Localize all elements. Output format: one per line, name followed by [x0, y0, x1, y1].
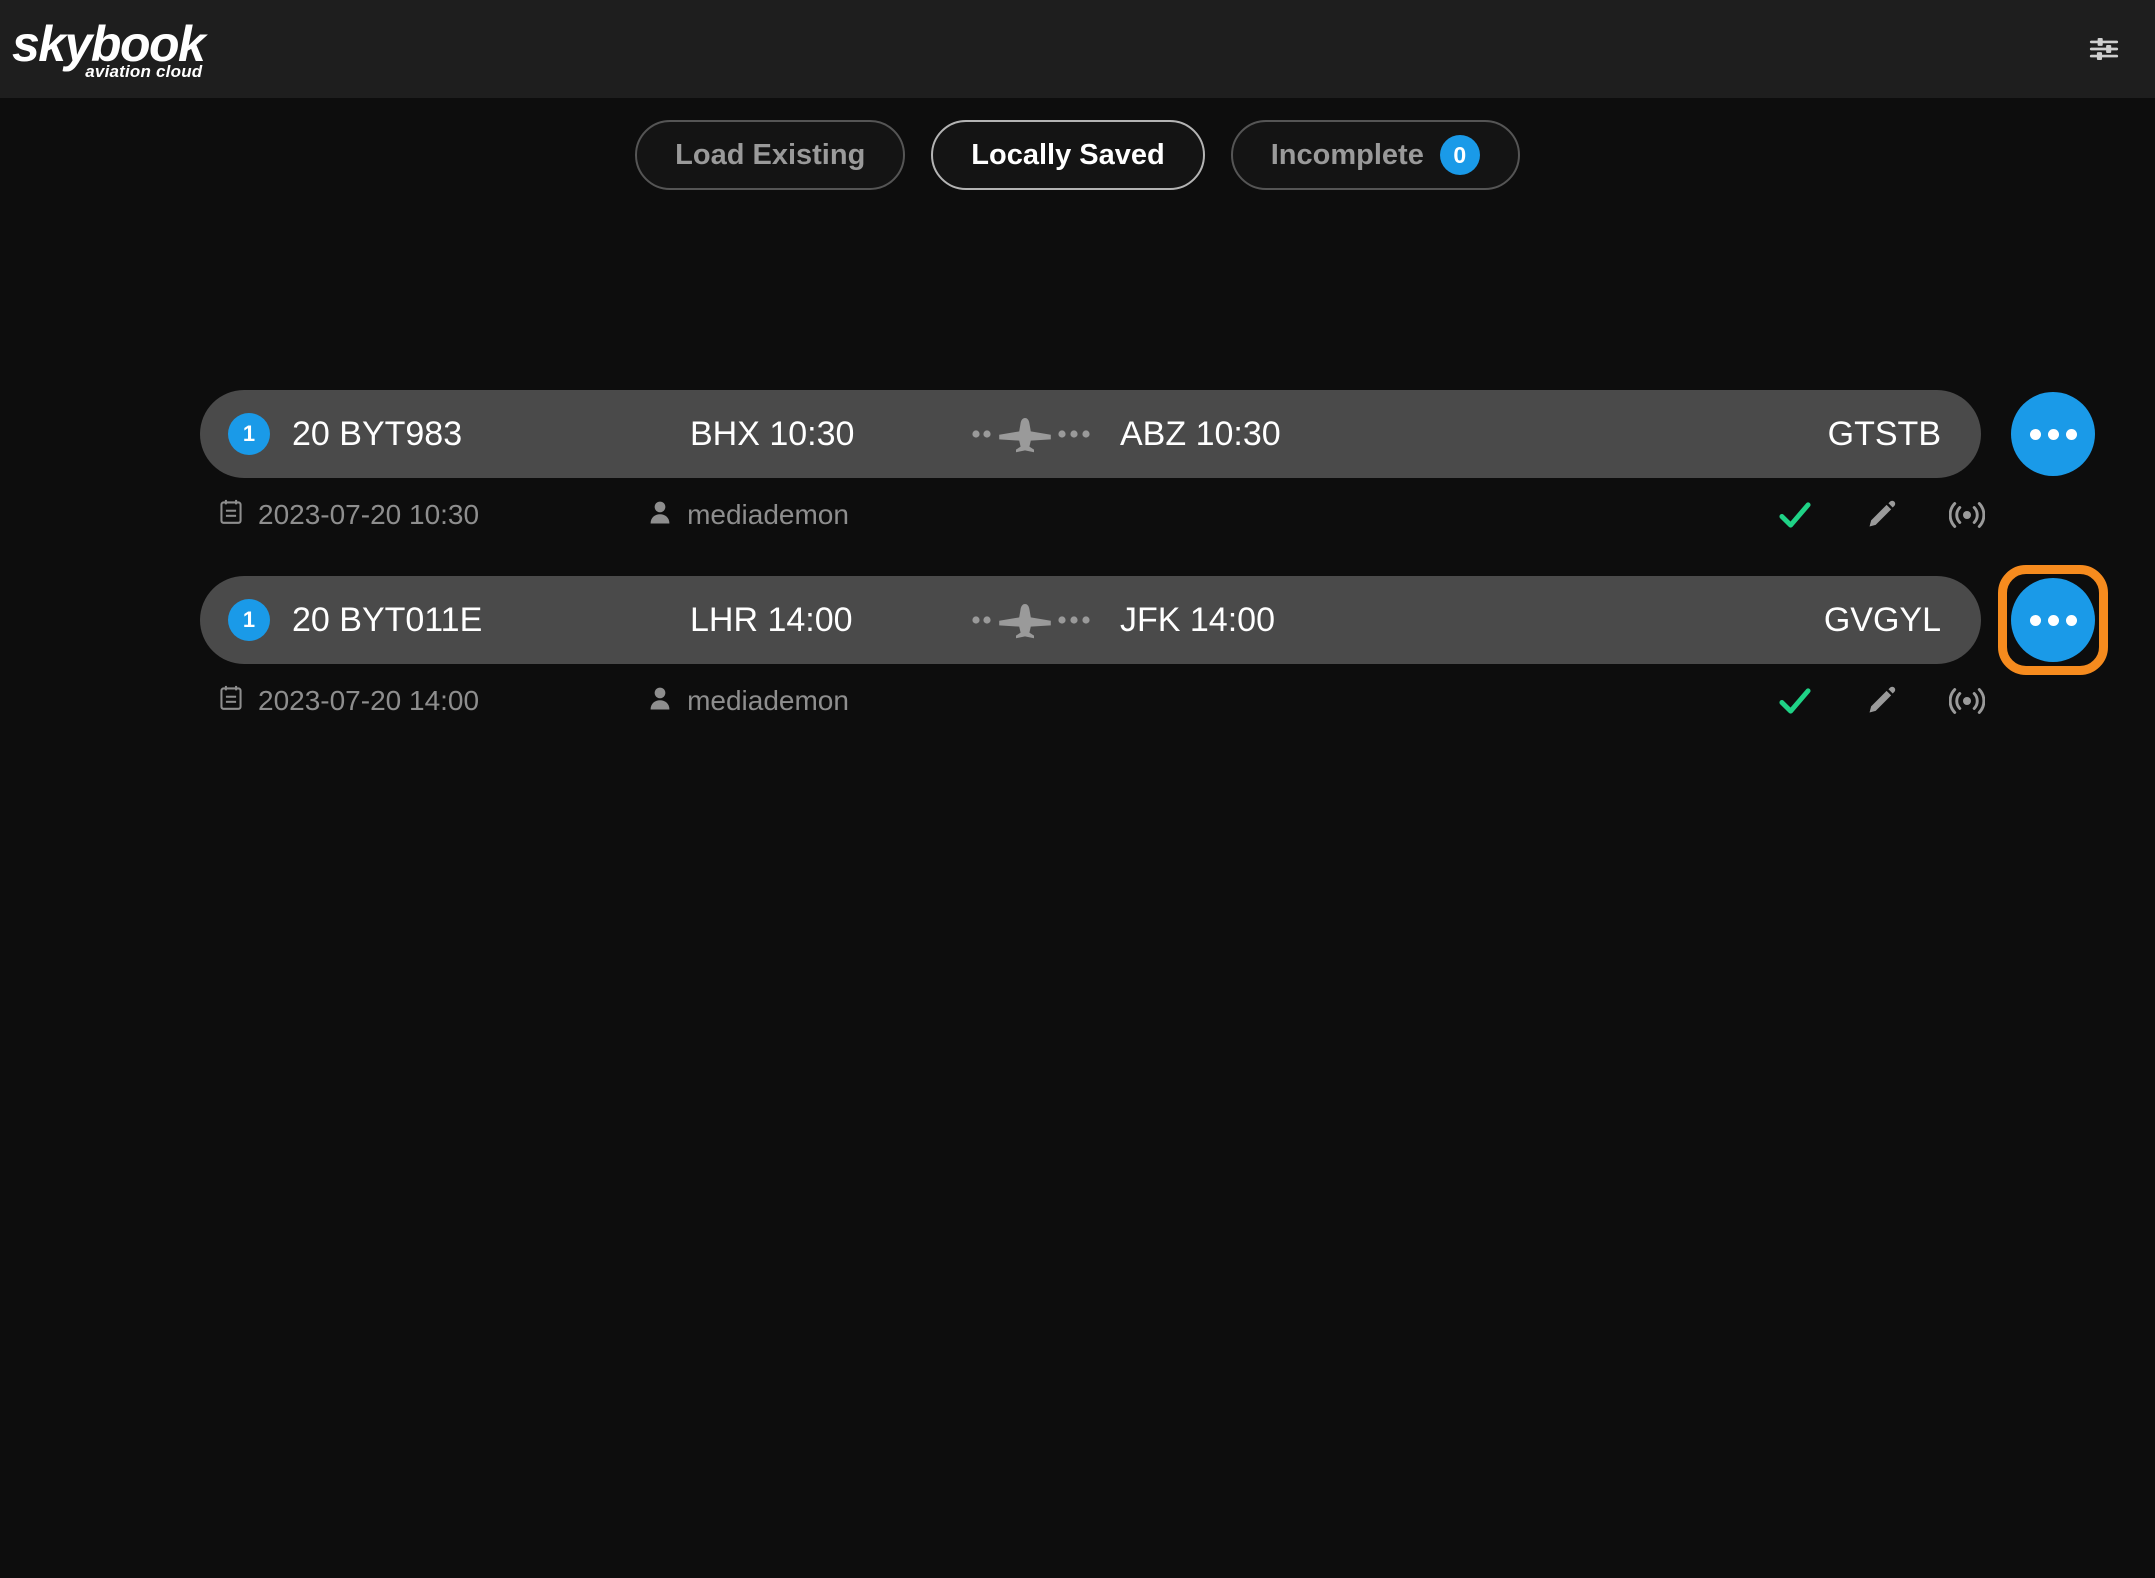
pencil-icon[interactable] [1865, 685, 1897, 717]
tab-incomplete[interactable]: Incomplete 0 [1230, 120, 1520, 190]
arrival-airport-time: JFK 14:00 [1120, 600, 1275, 639]
flight-user: mediademon [647, 684, 849, 719]
flight-user-text: mediademon [687, 499, 849, 530]
aircraft-registration: GTSTB [1827, 414, 1941, 453]
departure-airport-time: BHX 10:30 [690, 414, 855, 453]
app-logo: skybook aviation cloud [0, 15, 206, 80]
incomplete-count-badge: 0 [1439, 135, 1480, 175]
flight-actions [1777, 685, 1985, 717]
sequence-badge: 1 [228, 599, 270, 641]
flight-date-text: 2023-07-20 14:00 [258, 685, 480, 716]
flight-entry: 1 20 BYT983 BHX 10:30 ABZ 10:30 GTSTB 20… [0, 390, 2155, 552]
logo-wordmark: skybook [12, 15, 206, 72]
calendar-icon [218, 684, 244, 719]
tab-locally-saved[interactable]: Locally Saved [931, 120, 1205, 190]
person-icon [647, 684, 673, 719]
check-icon[interactable] [1777, 685, 1813, 717]
departure-airport-time: LHR 14:00 [690, 600, 853, 639]
flight-user: mediademon [647, 498, 849, 533]
flight-row[interactable]: 1 20 BYT011E LHR 14:00 JFK 14:00 GVGYL [200, 576, 1981, 664]
flight-date: 2023-07-20 10:30 [218, 498, 479, 533]
more-dot [2065, 428, 2077, 440]
more-dot [2065, 614, 2077, 626]
view-tab-bar: Load Existing Locally Saved Incomplete 0 [0, 120, 2155, 190]
more-dot [2029, 428, 2041, 440]
flight-main-row: 1 20 BYT011E LHR 14:00 JFK 14:00 GVGYL [0, 565, 2155, 675]
arrival-airport-time: ABZ 10:30 [1120, 414, 1281, 453]
calendar-icon [218, 498, 244, 533]
pencil-icon[interactable] [1865, 499, 1897, 531]
flight-date: 2023-07-20 14:00 [218, 684, 479, 719]
flight-list: 1 20 BYT983 BHX 10:30 ABZ 10:30 GTSTB 20… [0, 390, 2155, 738]
flight-actions [1777, 499, 1985, 531]
sequence-badge: 1 [228, 413, 270, 455]
tab-label: Load Existing [675, 138, 866, 171]
aircraft-registration: GVGYL [1823, 600, 1941, 639]
flight-user-text: mediademon [687, 685, 849, 716]
flight-detail-row: 2023-07-20 14:00 mediademon [0, 664, 2155, 738]
airplane-icon [970, 600, 1100, 640]
flight-detail-row: 2023-07-20 10:30 mediademon [0, 478, 2155, 552]
tab-label: Incomplete [1270, 138, 1424, 171]
more-options-button[interactable] [1998, 565, 2108, 675]
flight-number: 20 BYT011E [292, 600, 483, 639]
more-options-button[interactable] [2011, 392, 2095, 476]
more-dot [2047, 428, 2059, 440]
more-dot [2029, 614, 2041, 626]
airplane-icon [970, 414, 1100, 454]
broadcast-icon[interactable] [1949, 685, 1985, 717]
person-icon [647, 498, 673, 533]
tab-load-existing[interactable]: Load Existing [635, 120, 906, 190]
tab-label: Locally Saved [971, 138, 1165, 171]
broadcast-icon[interactable] [1949, 499, 1985, 531]
flight-row[interactable]: 1 20 BYT983 BHX 10:30 ABZ 10:30 GTSTB [200, 390, 1981, 478]
flight-entry: 1 20 BYT011E LHR 14:00 JFK 14:00 GVGYL 2… [0, 565, 2155, 738]
check-icon[interactable] [1777, 499, 1813, 531]
more-dot [2047, 614, 2059, 626]
settings-sliders-icon[interactable] [2081, 26, 2127, 72]
app-header: skybook aviation cloud [0, 0, 2155, 98]
flight-date-text: 2023-07-20 10:30 [258, 499, 480, 530]
flight-number: 20 BYT983 [292, 414, 463, 453]
flight-main-row: 1 20 BYT983 BHX 10:30 ABZ 10:30 GTSTB [0, 390, 2155, 478]
